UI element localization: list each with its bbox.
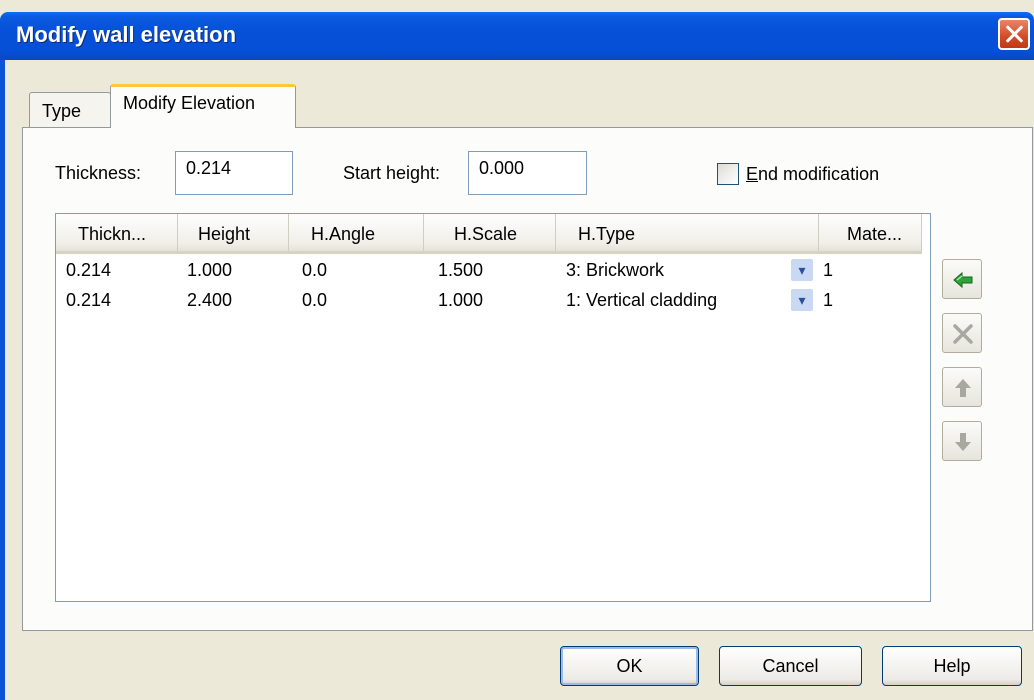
column-header-material[interactable]: Mate... [819,214,922,251]
elevation-list[interactable]: Thickn... Height H.Angle H.Scale H.Type … [55,213,931,602]
list-header: Thickn... Height H.Angle H.Scale H.Type … [56,214,922,254]
column-header-thickness[interactable]: Thickn... [56,214,178,251]
add-arrow-icon [953,271,973,289]
cell-h-scale: 1.000 [438,290,484,310]
cell-h-angle: 0.0 [302,260,328,280]
window-frame-left [0,60,5,700]
tab-modify-elevation-label: Modify Elevation [123,93,256,113]
column-header-h-scale[interactable]: H.Scale [424,214,556,251]
title-bar[interactable]: Modify wall elevation [0,12,1034,60]
cell-material: 1 [823,290,834,310]
end-modification-mnemonic: E [746,164,759,184]
cell-material: 1 [823,260,834,280]
cell-h-type: 3: Brickwork [566,260,665,280]
thickness-label: Thickness: [55,163,142,183]
start-height-input[interactable]: 0.000 [468,151,587,195]
cell-h-type: 1: Vertical cladding [566,290,718,310]
add-row-button[interactable] [942,259,982,299]
column-header-h-type[interactable]: H.Type [556,214,819,251]
cell-h-angle: 0.0 [302,290,328,310]
move-up-button[interactable] [942,367,982,407]
chevron-down-icon[interactable]: ▾ [791,289,813,311]
end-modification-checkbox[interactable] [717,163,739,185]
delete-row-button[interactable] [942,313,982,353]
end-modification-label-rest: nd modification [758,164,880,184]
cancel-button[interactable]: Cancel [719,646,862,686]
move-down-button[interactable] [942,421,982,461]
help-button[interactable]: Help [882,646,1022,686]
cell-thickness: 0.214 [66,260,112,280]
move-down-icon [955,433,971,451]
dialog-window: Modify wall elevation Type Modify Elevat… [0,0,1034,700]
start-height-label: Start height: [343,163,441,183]
delete-x-icon [953,324,973,344]
tab-type[interactable]: Type [29,92,111,127]
move-up-icon [955,379,971,397]
cell-thickness: 0.214 [66,290,112,310]
end-modification-label[interactable]: End modification [746,164,879,185]
tab-modify-elevation[interactable]: Modify Elevation [110,84,296,128]
thickness-input[interactable]: 0.214 [175,151,293,195]
column-header-height[interactable]: Height [178,214,289,251]
chevron-down-icon[interactable]: ▾ [791,259,813,281]
ok-button[interactable]: OK [560,646,699,686]
cell-height: 2.400 [187,290,233,310]
tab-type-label: Type [42,101,82,121]
close-icon[interactable] [998,18,1030,50]
cell-h-scale: 1.500 [438,260,484,280]
window-title: Modify wall elevation [16,22,237,47]
column-header-h-angle[interactable]: H.Angle [289,214,424,251]
cell-height: 1.000 [187,260,233,280]
